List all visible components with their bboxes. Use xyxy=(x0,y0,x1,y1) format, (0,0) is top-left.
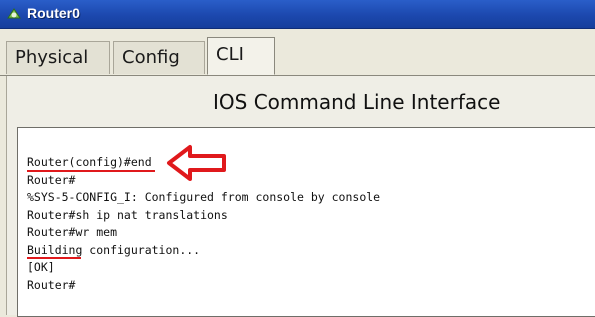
cli-heading: IOS Command Line Interface xyxy=(213,90,501,114)
tab-bar: Physical Config CLI xyxy=(0,29,595,76)
tab-physical[interactable]: Physical xyxy=(6,41,110,74)
console-line: [OK] xyxy=(27,260,55,274)
window-title: Router0 xyxy=(27,5,80,21)
console-line: Router#sh ip nat translations xyxy=(27,207,228,222)
tab-config[interactable]: Config xyxy=(113,41,205,74)
console-line: Router# xyxy=(27,172,76,187)
console-line: Router(config)#end xyxy=(27,155,152,169)
left-arrow-icon xyxy=(167,145,226,181)
window-titlebar[interactable]: Router0 xyxy=(0,0,595,29)
console-line: Building configuration... xyxy=(27,242,201,257)
console-line: %SYS-5-CONFIG_I: Configured from console… xyxy=(27,190,381,204)
router-app-icon xyxy=(7,8,21,19)
cli-console[interactable]: Router(config)#end Router# %SYS-5-CONFIG… xyxy=(17,127,595,317)
tab-cli[interactable]: CLI xyxy=(207,37,275,75)
console-line: Router#wr mem xyxy=(27,225,118,239)
console-line: Router# xyxy=(27,277,76,292)
cli-panel: IOS Command Line Interface Router(config… xyxy=(6,76,595,317)
red-underline-annotation xyxy=(27,170,155,172)
red-underline-annotation xyxy=(27,257,81,259)
